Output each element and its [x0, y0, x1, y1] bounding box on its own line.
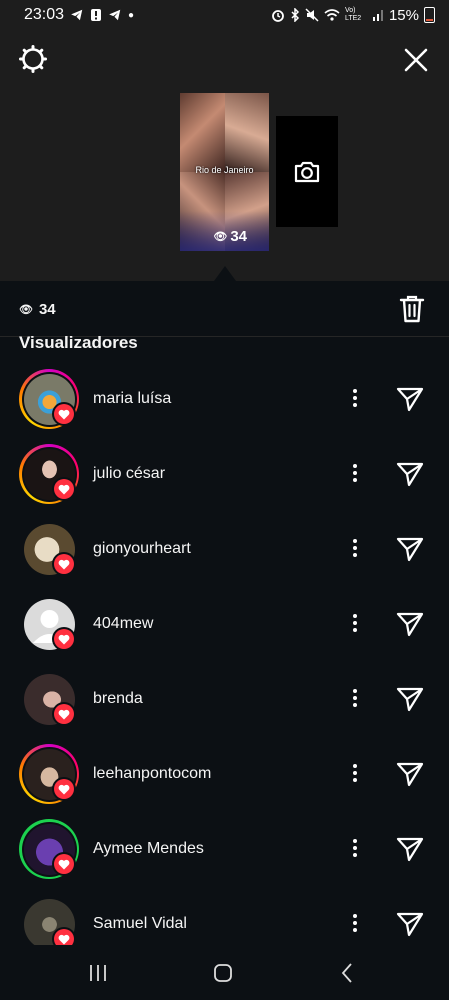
- viewer-username[interactable]: Aymee Mendes: [93, 840, 204, 858]
- viewer-username[interactable]: brenda: [93, 690, 143, 708]
- network-label: Vo) LTE2: [344, 7, 362, 22]
- status-right: Vo) LTE2 15%: [271, 7, 435, 24]
- story-thumbnail[interactable]: Rio de Janeiro 👁 34: [180, 93, 269, 251]
- system-navigation-bar: [0, 945, 449, 1000]
- heart-icon: [52, 777, 76, 801]
- battery-icon: [424, 7, 435, 23]
- status-time: 23:03: [24, 6, 65, 23]
- send-icon[interactable]: [396, 686, 424, 712]
- status-left: 23:03 ●: [24, 6, 134, 24]
- recent-apps-icon[interactable]: [88, 964, 108, 982]
- heart-icon: [52, 402, 76, 426]
- heart-icon: [52, 852, 76, 876]
- viewer-username[interactable]: julio césar: [93, 465, 165, 483]
- viewer-row[interactable]: brenda: [0, 662, 449, 737]
- more-options-icon[interactable]: [346, 537, 364, 559]
- more-options-icon[interactable]: [346, 687, 364, 709]
- views-summary: 👁 34: [19, 301, 56, 318]
- views-value: 34: [38, 301, 56, 318]
- more-options-icon[interactable]: [346, 387, 364, 409]
- battery-percent: 15%: [388, 6, 419, 24]
- story-view-count: 👁 34: [213, 228, 247, 245]
- viewer-row[interactable]: leehanpontocom: [0, 737, 449, 812]
- viewer-username[interactable]: gionyourheart: [93, 540, 191, 558]
- heart-icon: [52, 552, 76, 576]
- signal-icon: [372, 10, 383, 21]
- settings-gear-icon[interactable]: [18, 44, 48, 74]
- viewer-username[interactable]: leehanpontocom: [93, 765, 211, 783]
- viewer-row[interactable]: 404mew: [0, 587, 449, 662]
- viewer-row[interactable]: julio césar: [0, 437, 449, 512]
- back-icon[interactable]: [340, 962, 354, 984]
- delete-trash-icon[interactable]: [399, 294, 425, 324]
- viewer-row[interactable]: gionyourheart: [0, 512, 449, 587]
- more-options-icon[interactable]: [346, 762, 364, 784]
- more-options-icon[interactable]: [346, 837, 364, 859]
- story-photo-quadrant: [180, 93, 225, 172]
- story-photo-quadrant: [224, 93, 269, 172]
- wifi-icon: [324, 9, 340, 21]
- mute-icon: [305, 8, 319, 22]
- viewer-username[interactable]: 404mew: [93, 615, 153, 633]
- telegram-icon: [109, 9, 121, 21]
- viewer-row[interactable]: maria luísa: [0, 362, 449, 437]
- add-story-camera-button[interactable]: [276, 116, 338, 227]
- viewer-username[interactable]: maria luísa: [93, 390, 171, 408]
- send-icon[interactable]: [396, 761, 424, 787]
- more-options-icon[interactable]: [346, 612, 364, 634]
- send-icon[interactable]: [396, 461, 424, 487]
- alarm-icon: [272, 10, 284, 22]
- thumbnail-pointer: [214, 266, 236, 281]
- eye-icon: 👁: [213, 231, 228, 243]
- viewers-list: maria luísa julio césar gionyourheart 40…: [0, 362, 449, 962]
- send-icon[interactable]: [396, 536, 424, 562]
- close-icon[interactable]: [402, 46, 430, 74]
- send-icon[interactable]: [396, 911, 424, 937]
- status-bar: 23:03 ● Vo) LTE2 15%: [0, 0, 449, 30]
- send-icon[interactable]: [396, 836, 424, 862]
- camera-icon: [294, 161, 320, 182]
- home-icon[interactable]: [213, 963, 233, 983]
- viewer-row[interactable]: Aymee Mendes: [0, 812, 449, 887]
- heart-icon: [52, 702, 76, 726]
- bluetooth-icon: [291, 8, 300, 22]
- heart-icon: [52, 477, 76, 501]
- story-views-value: 34: [230, 228, 247, 245]
- telegram-icon: [71, 9, 83, 21]
- notification-icon: [91, 9, 102, 21]
- more-options-icon[interactable]: [346, 912, 364, 934]
- story-header: Rio de Janeiro 👁 34: [0, 30, 449, 281]
- viewer-username[interactable]: Samuel Vidal: [93, 915, 187, 933]
- send-icon[interactable]: [396, 386, 424, 412]
- heart-icon: [52, 627, 76, 651]
- viewers-section-title: Visualizadores: [19, 333, 138, 352]
- location-sticker: Rio de Janeiro: [195, 165, 254, 175]
- dot-icon: ●: [128, 9, 135, 21]
- stats-row: 👁 34: [0, 281, 449, 337]
- eye-icon: 👁: [19, 304, 33, 316]
- more-options-icon[interactable]: [346, 462, 364, 484]
- send-icon[interactable]: [396, 611, 424, 637]
